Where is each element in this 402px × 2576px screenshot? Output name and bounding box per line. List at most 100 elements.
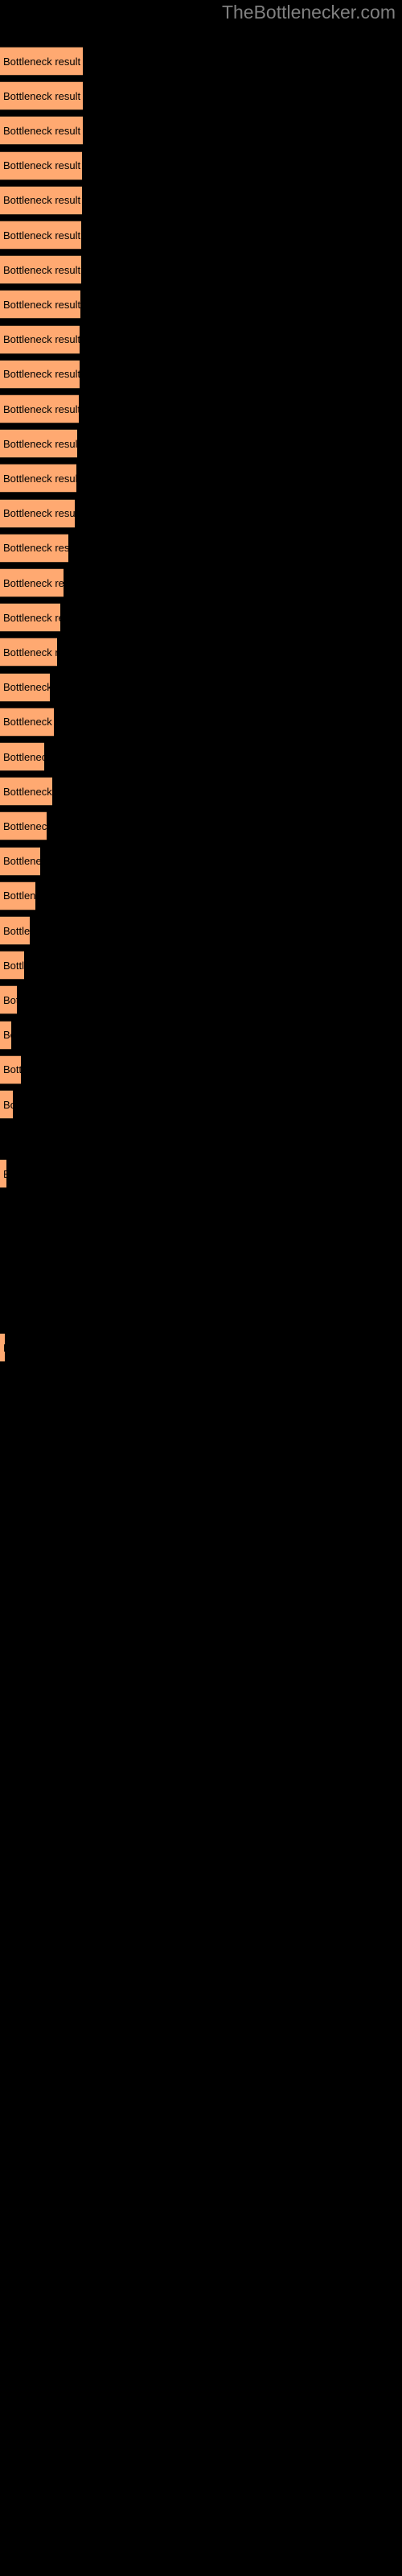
bar-label-6: Bottleneck result [3, 229, 81, 242]
bar-label-10: Bottleneck result [3, 368, 80, 381]
bar-label-20: Bottleneck result [3, 716, 54, 729]
bar-label-9: Bottleneck result [3, 333, 80, 346]
bar-label-27: Bottleneck result [3, 959, 24, 972]
bar-25: Bottleneck result [0, 881, 35, 910]
bar-15: Bottleneck result [0, 533, 68, 563]
bar-label-clip-12: Bottleneck result [0, 429, 77, 458]
bar-label-24: Bottleneck result [3, 855, 40, 868]
bar-26: Bottleneck result [0, 916, 30, 945]
bar-label-clip-3: Bottleneck result [0, 116, 83, 145]
bar-16: Bottleneck result [0, 568, 64, 597]
bar-label-clip-19: Bottleneck result [0, 673, 50, 702]
bar-label-clip-33: Bottleneck result [0, 1159, 6, 1188]
bar-label-clip-14: Bottleneck result [0, 499, 75, 528]
bars-layer: Bottleneck result Bottleneck result Bottle… [0, 0, 402, 2576]
bar-label-clip-13: Bottleneck result [0, 464, 76, 493]
bar-label-clip-27: Bottleneck result [0, 951, 24, 980]
bar-label-16: Bottleneck result [3, 576, 64, 589]
bar-13: Bottleneck result [0, 464, 76, 493]
bar-label-clip-29: Bottleneck result [0, 1021, 11, 1050]
bar-29: Bottleneck result [0, 1020, 11, 1050]
bar-label-1: Bottleneck result [3, 55, 81, 68]
bar-17: Bottleneck result [0, 603, 60, 633]
bar-label-clip-22: Bottleneck result [0, 777, 52, 806]
bar-label-13: Bottleneck result [3, 472, 76, 485]
bar-3: Bottleneck result [0, 116, 83, 146]
bar-19: Bottleneck result [0, 672, 50, 702]
bar-14: Bottleneck result [0, 498, 75, 528]
bar-label-22: Bottleneck result [3, 785, 52, 798]
bar-2: Bottleneck result [0, 81, 83, 111]
bar-label-clip-20: Bottleneck result [0, 708, 54, 737]
bar-label-clip-11: Bottleneck result [0, 394, 79, 423]
bar-label-12: Bottleneck result [3, 437, 77, 450]
bar-8: Bottleneck result [0, 290, 80, 320]
bar-31: Bottleneck result [0, 1090, 13, 1119]
bar-label-33: Bottleneck result [3, 1159, 6, 1188]
bar-1: Bottleneck result [0, 47, 83, 76]
bar-label-30: Bottleneck result [3, 1063, 21, 1076]
bar-label-28: Bottleneck result [3, 993, 17, 1006]
bar-label-21: Bottleneck result [3, 750, 44, 763]
bar-5: Bottleneck result [0, 185, 82, 215]
bar-label-clip-15: Bottleneck result [0, 534, 68, 563]
bar-label-15: Bottleneck result [3, 542, 68, 555]
bar-label-25: Bottleneck result [3, 890, 35, 902]
bar-27: Bottleneck result [0, 951, 24, 980]
bar-label-29: Bottleneck result [3, 1029, 11, 1042]
bar-23: Bottleneck result [0, 811, 47, 841]
bar-label-clip-1: Bottleneck result [0, 47, 83, 76]
bar-label-clip-4: Bottleneck result [0, 151, 82, 180]
bar-label-8: Bottleneck result [3, 298, 80, 311]
bar-label-18: Bottleneck result [3, 646, 57, 658]
bar-label-31: Bottleneck result [3, 1098, 13, 1111]
bar-label-4: Bottleneck result [3, 159, 81, 172]
bar-label-26: Bottleneck result [3, 924, 30, 937]
bar-label-11: Bottleneck result [3, 402, 79, 415]
bar-21: Bottleneck result [0, 742, 44, 771]
bar-6: Bottleneck result [0, 221, 81, 250]
bar-label-5: Bottleneck result [3, 194, 81, 207]
bar-label-clip-6: Bottleneck result [0, 221, 81, 250]
bar-7: Bottleneck result [0, 255, 81, 285]
bar-38: Bottleneck result [0, 1333, 5, 1363]
bar-4: Bottleneck result [0, 151, 82, 180]
bar-label-19: Bottleneck result [3, 681, 50, 694]
bar-label-2: Bottleneck result [3, 89, 81, 102]
bar-label-clip-5: Bottleneck result [0, 186, 82, 215]
bar-30: Bottleneck result [0, 1055, 21, 1084]
bar-22: Bottleneck result [0, 777, 52, 807]
bar-label-14: Bottleneck result [3, 507, 75, 520]
bar-label-clip-31: Bottleneck result [0, 1090, 13, 1119]
bar-33: Bottleneck result [0, 1159, 6, 1189]
bar-12: Bottleneck result [0, 429, 77, 459]
bar-label-clip-23: Bottleneck result [0, 811, 47, 840]
bar-label-clip-9: Bottleneck result [0, 325, 80, 354]
bar-label-clip-38: Bottleneck result [0, 1333, 5, 1362]
bar-label-clip-10: Bottleneck result [0, 360, 80, 389]
bar-label-3: Bottleneck result [3, 124, 81, 137]
bar-9: Bottleneck result [0, 324, 80, 354]
bar-label-clip-28: Bottleneck result [0, 985, 17, 1014]
bar-label-38: Bottleneck result [3, 1333, 5, 1362]
bar-label-clip-16: Bottleneck result [0, 568, 64, 597]
bar-label-clip-30: Bottleneck result [0, 1055, 21, 1084]
bar-label-clip-17: Bottleneck result [0, 603, 60, 632]
bar-label-clip-18: Bottleneck result [0, 638, 57, 667]
bar-label-clip-25: Bottleneck result [0, 881, 35, 910]
bar-10: Bottleneck result [0, 359, 80, 389]
bar-18: Bottleneck result [0, 638, 57, 667]
bar-label-clip-8: Bottleneck result [0, 290, 80, 319]
bar-label-17: Bottleneck result [3, 611, 60, 624]
bar-label-clip-24: Bottleneck result [0, 847, 40, 876]
bar-label-clip-21: Bottleneck result [0, 742, 44, 771]
bar-label-clip-2: Bottleneck result [0, 81, 83, 110]
bar-label-clip-7: Bottleneck result [0, 255, 81, 284]
bar-chart-canvas: TheBottlenecker.com Bottleneck result Bot… [0, 0, 402, 2576]
bar-28: Bottleneck result [0, 985, 17, 1015]
bar-label-23: Bottleneck result [3, 819, 47, 832]
bar-24: Bottleneck result [0, 846, 40, 876]
bar-20: Bottleneck result [0, 707, 54, 737]
bar-11: Bottleneck result [0, 394, 79, 423]
bar-label-clip-26: Bottleneck result [0, 916, 30, 945]
